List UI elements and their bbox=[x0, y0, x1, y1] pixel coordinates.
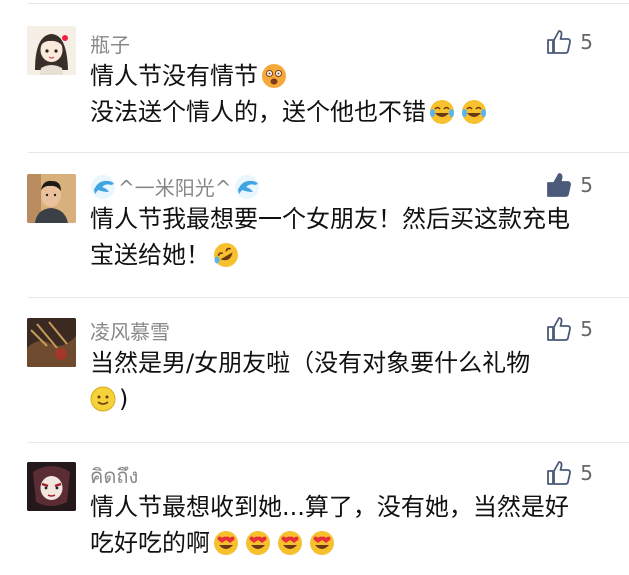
thumbs-up-icon bbox=[546, 460, 572, 486]
like-count: 5 bbox=[580, 30, 593, 54]
comment-author[interactable]: คิดถึง bbox=[90, 460, 138, 492]
thumbs-up-icon bbox=[546, 29, 572, 55]
like-button[interactable]: 5 bbox=[546, 29, 593, 55]
thumbs-up-icon bbox=[546, 316, 572, 342]
comment-line: 宝送给她！ bbox=[90, 237, 599, 273]
comment-line: 当然是男/女朋友啦（没有对象要什么礼物 bbox=[90, 349, 531, 377]
thumbs-up-filled-icon bbox=[546, 172, 572, 198]
dolphin-emoji bbox=[90, 174, 116, 200]
tears-of-joy-emoji bbox=[461, 99, 487, 125]
rolling-laughing-emoji bbox=[213, 242, 239, 268]
comment-text: 情人节我最想要一个女朋友！然后买这款充电 宝送给她！ bbox=[90, 201, 599, 273]
like-button[interactable]: 5 bbox=[546, 172, 593, 198]
heart-eyes-emoji bbox=[213, 530, 239, 556]
comment-text: 当然是男/女朋友啦（没有对象要什么礼物 ) bbox=[90, 345, 599, 417]
comment-line: 没法送个情人的，送个他也不错 bbox=[90, 94, 599, 130]
comment-line: ) bbox=[90, 381, 599, 417]
like-count: 5 bbox=[580, 317, 593, 341]
smile-emoji bbox=[90, 386, 116, 412]
tears-of-joy-emoji bbox=[429, 99, 455, 125]
comment-author[interactable]: ^一米阳光^ bbox=[90, 172, 260, 201]
like-button[interactable]: 5 bbox=[546, 316, 593, 342]
comment-list: 瓶子 5 情人节没有情节 没法送个情人的，送个他也不错 ^一米阳光^ 5 情人节… bbox=[0, 0, 629, 575]
man-photo-avatar[interactable] bbox=[27, 174, 76, 223]
heart-eyes-emoji bbox=[309, 530, 335, 556]
like-count: 5 bbox=[580, 173, 593, 197]
heart-eyes-emoji bbox=[245, 530, 271, 556]
comment-text: 情人节最想收到她...算了，没有她，当然是好 吃好吃的啊 bbox=[90, 489, 599, 561]
divider bbox=[28, 3, 629, 4]
comment-line: 吃好吃的啊 bbox=[90, 525, 599, 561]
divider bbox=[28, 152, 629, 153]
like-button[interactable]: 5 bbox=[546, 460, 593, 486]
divider bbox=[28, 442, 629, 443]
like-count: 5 bbox=[580, 461, 593, 485]
comment-author[interactable]: 凌风慕雪 bbox=[90, 316, 170, 345]
comment-author[interactable]: 瓶子 bbox=[90, 29, 130, 58]
dolphin-emoji bbox=[234, 174, 260, 200]
girl-avatar-icon[interactable] bbox=[27, 26, 76, 75]
heart-eyes-emoji bbox=[277, 530, 303, 556]
mask-character-avatar[interactable] bbox=[27, 462, 76, 511]
divider bbox=[28, 297, 629, 298]
comment-line: 情人节最想收到她...算了，没有她，当然是好 bbox=[90, 493, 569, 521]
dark-art-avatar[interactable] bbox=[27, 318, 76, 367]
comment-text: 情人节没有情节 没法送个情人的，送个他也不错 bbox=[90, 58, 599, 130]
comment-line: 情人节我最想要一个女朋友！然后买这款充电 bbox=[90, 205, 570, 233]
dizzy-face-emoji bbox=[261, 63, 287, 89]
comment-line: 情人节没有情节 bbox=[90, 58, 599, 94]
